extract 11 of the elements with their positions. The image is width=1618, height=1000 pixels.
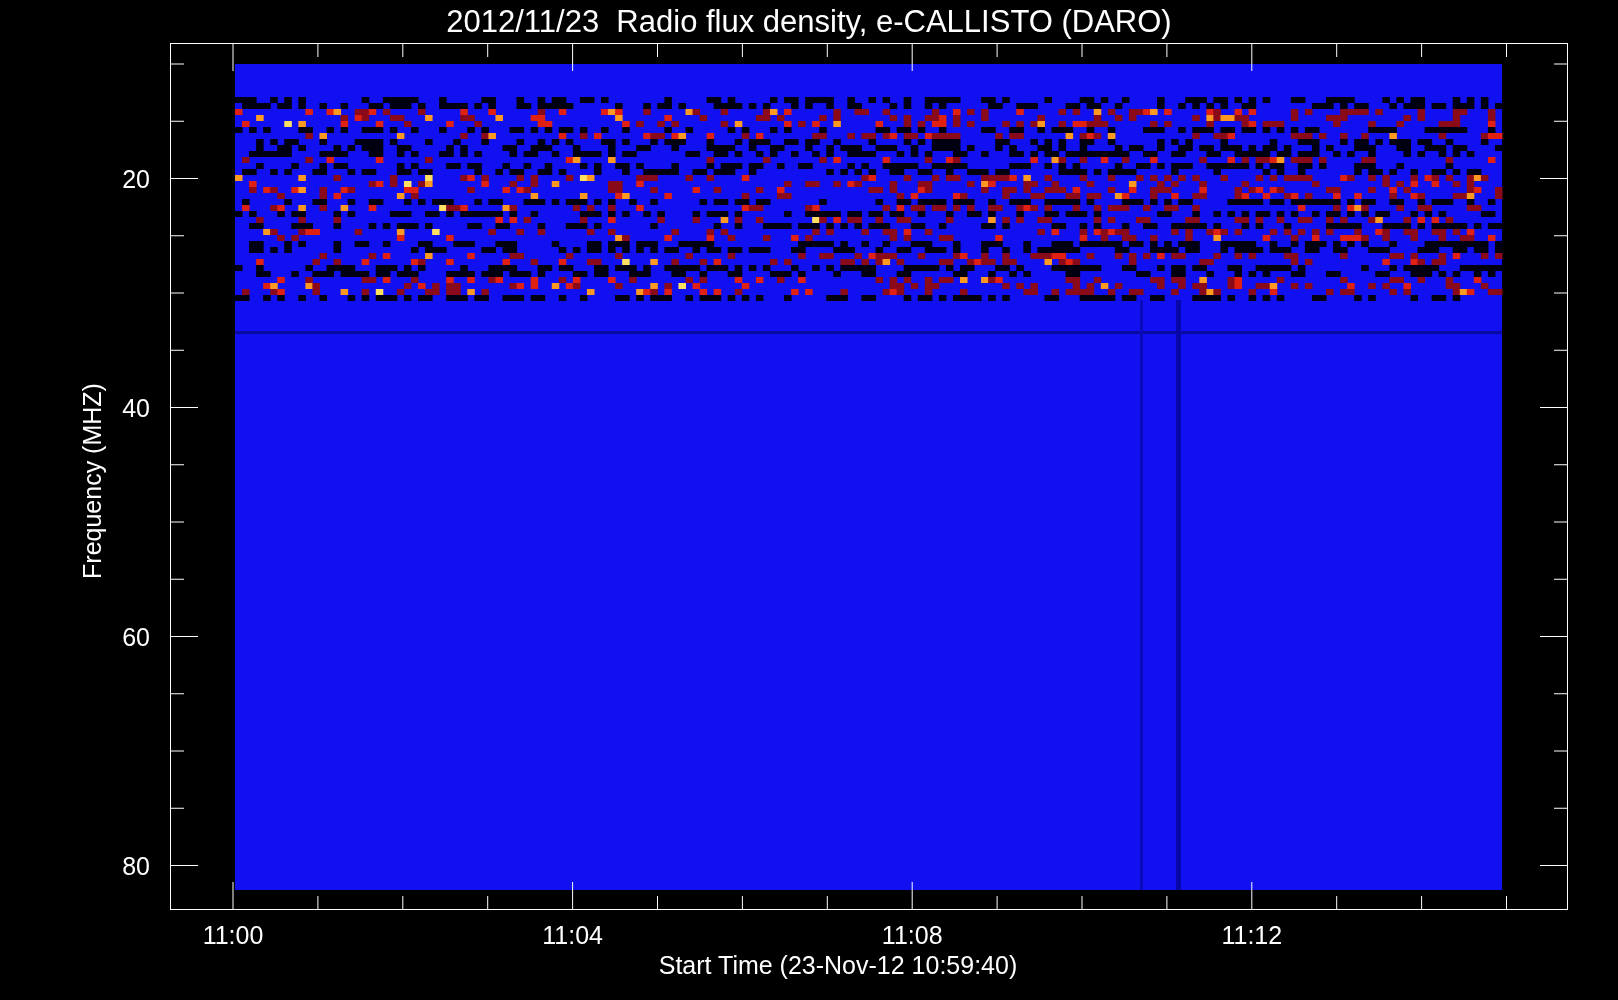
- y-tick-label: 20: [122, 164, 150, 193]
- plot-title: 2012/11/23 Radio flux density, e-CALLISTO (DARO): [446, 4, 1172, 39]
- x-tick-label: 11:04: [542, 921, 603, 949]
- x-tick-label: 11:12: [1221, 921, 1283, 949]
- x-axis-label: Start Time (23-Nov-12 10:59:40): [658, 951, 1018, 979]
- x-tick-label: 11:00: [202, 921, 264, 949]
- y-axis-label: Frequency (MHZ): [78, 383, 106, 579]
- y-tick-label: 80: [122, 851, 150, 880]
- y-tick-label: 40: [122, 393, 150, 422]
- x-tick-label: 11:08: [881, 921, 943, 949]
- y-tick-label: 60: [122, 622, 150, 651]
